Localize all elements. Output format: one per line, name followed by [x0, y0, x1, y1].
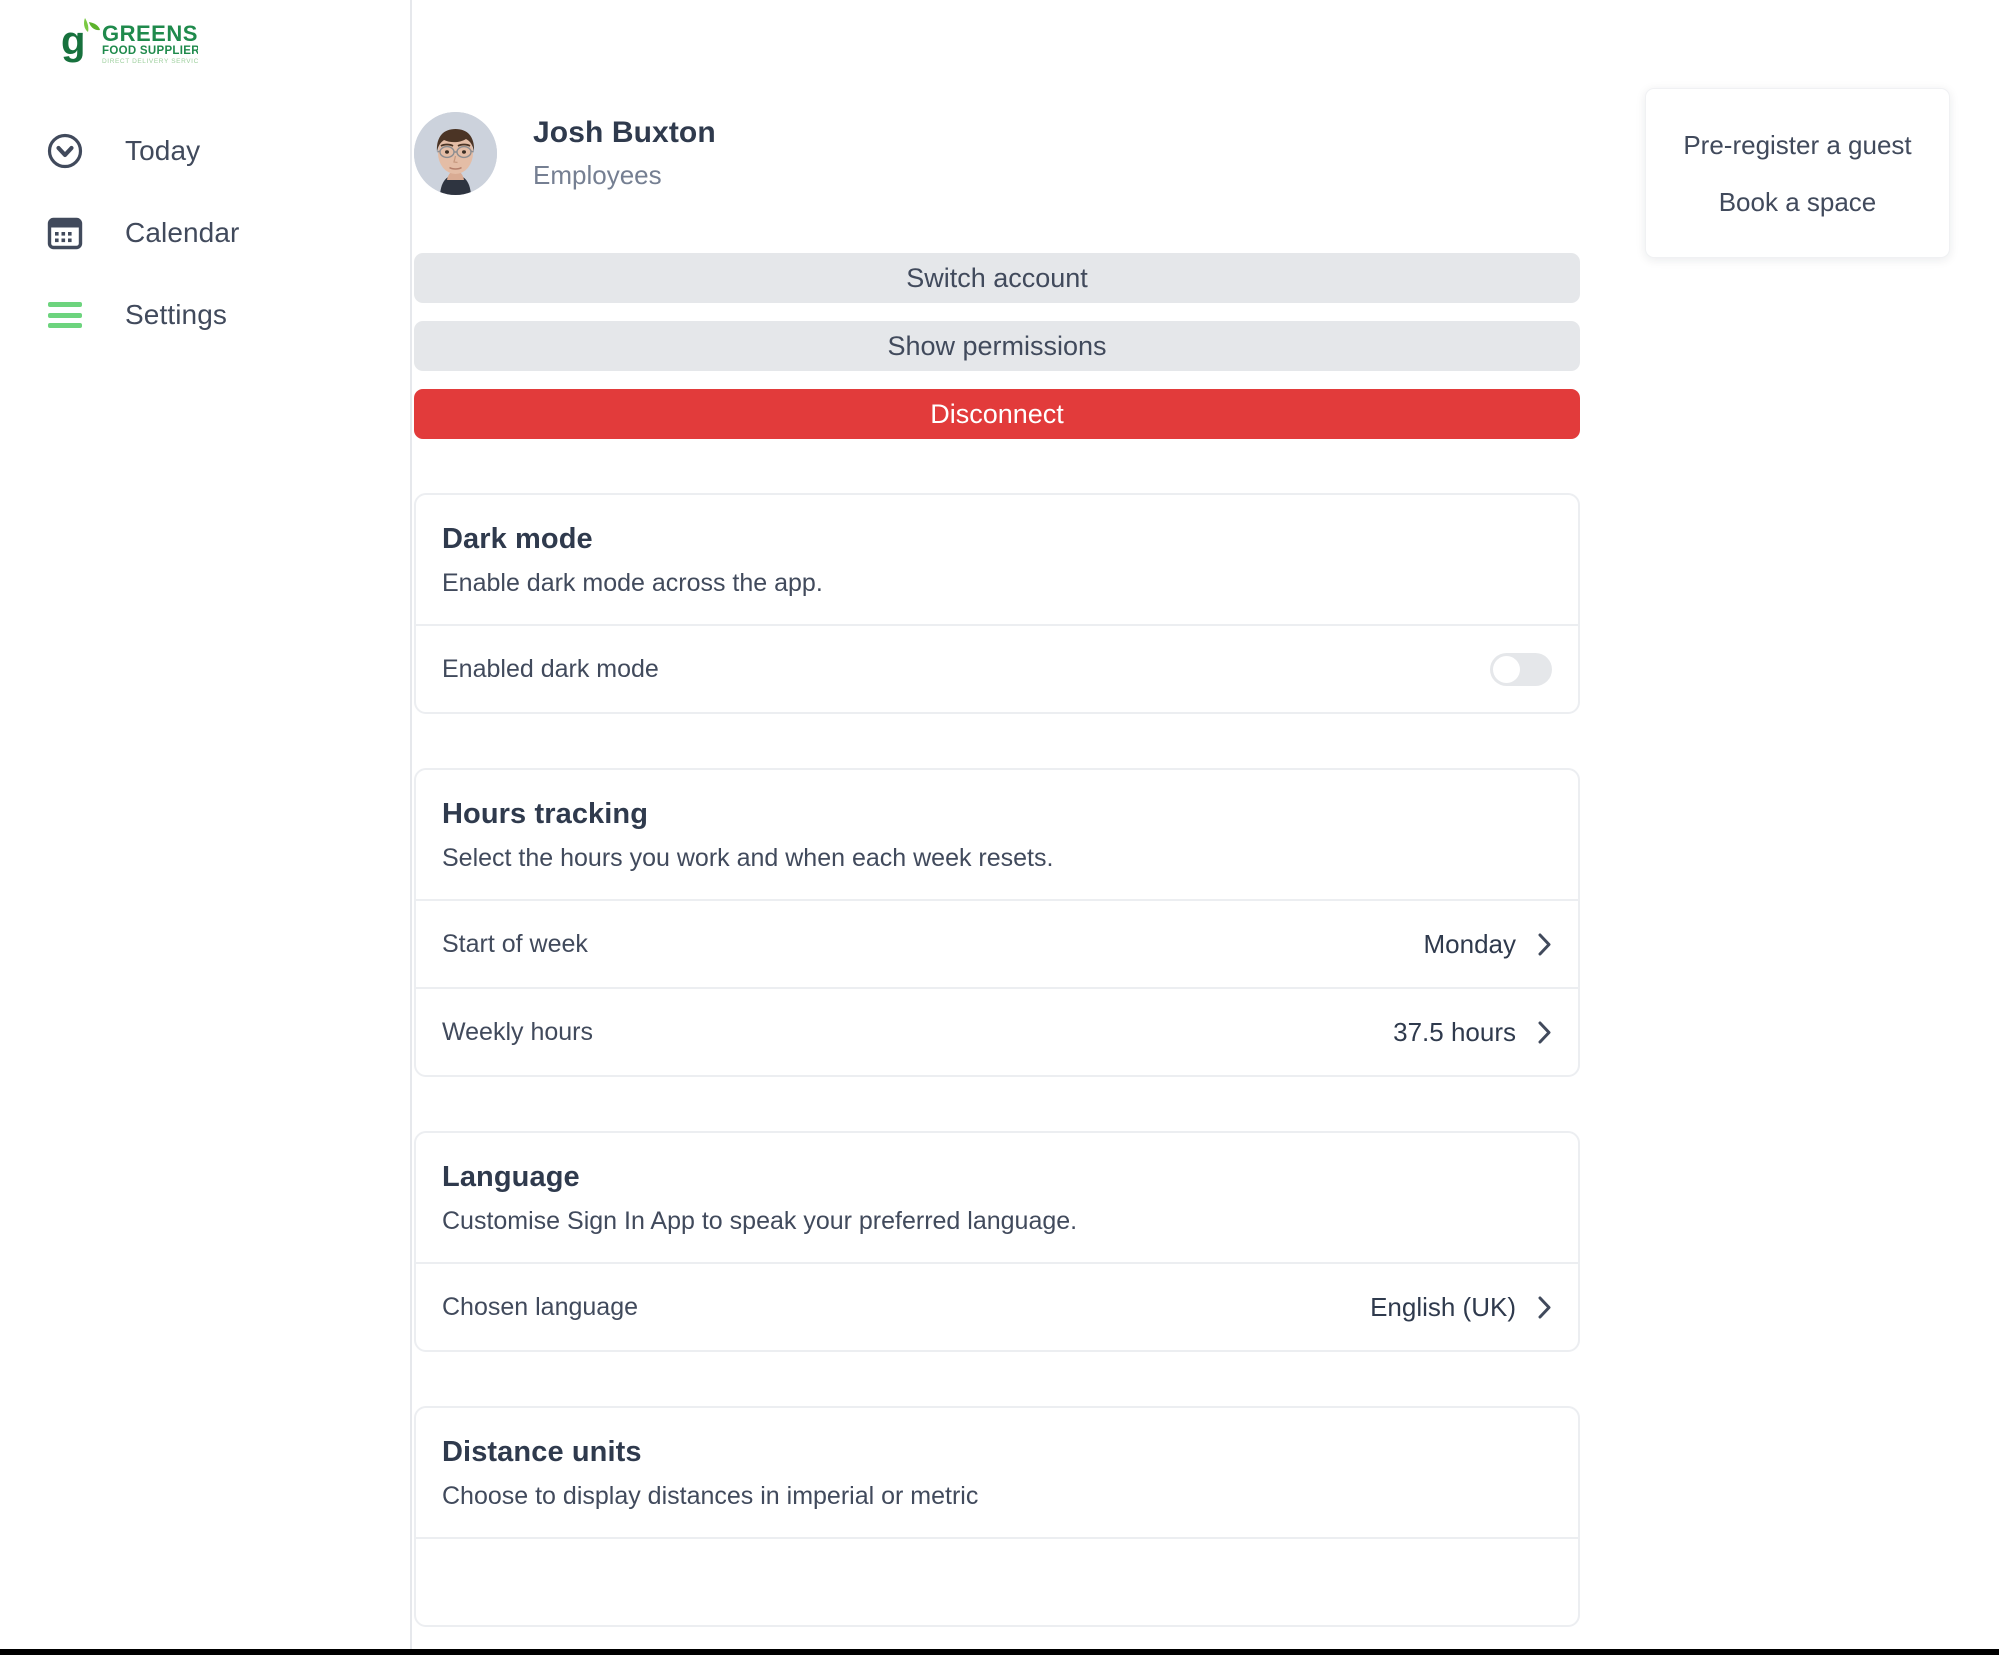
card-description: Choose to display distances in imperial …: [442, 1482, 979, 1510]
svg-text:GREENS: GREENS: [102, 21, 198, 46]
setting-row-value: Monday: [1423, 928, 1517, 959]
setting-row-label: Enabled dark mode: [442, 654, 659, 683]
sidebar-item-label: Settings: [125, 299, 227, 330]
chevron-right-icon: [1538, 1296, 1552, 1319]
sidebar-item-calendar[interactable]: Calendar: [0, 192, 410, 274]
hamburger-menu-icon: [44, 294, 86, 336]
sidebar-item-label: Calendar: [125, 217, 240, 248]
sidebar-item-settings[interactable]: Settings: [0, 274, 410, 356]
dark-mode-toggle[interactable]: [1490, 652, 1552, 686]
setting-row-weekly-hours[interactable]: Weekly hours 37.5 hours: [416, 987, 1578, 1075]
switch-account-button[interactable]: Switch account: [414, 253, 1580, 303]
setting-row-distance-units[interactable]: [416, 1537, 1578, 1625]
card-description: Enable dark mode across the app.: [442, 569, 823, 597]
disconnect-button[interactable]: Disconnect: [414, 389, 1580, 439]
settings-page: g GREENS FOOD SUPPLIERS DIRECT DELIVERY …: [0, 0, 1999, 1655]
setting-row-value: English (UK): [1370, 1291, 1516, 1322]
setting-row-label: Weekly hours: [442, 1017, 593, 1046]
setting-row-label: Chosen language: [442, 1292, 638, 1321]
settings-card-hours-tracking: Hours tracking Select the hours you work…: [414, 768, 1580, 1077]
sidebar-item-today[interactable]: Today: [0, 110, 410, 192]
card-title: Dark mode: [442, 523, 593, 555]
card-header: Language Customise Sign In App to speak …: [416, 1133, 1578, 1262]
toggle-knob: [1493, 655, 1520, 683]
card-title: Distance units: [442, 1436, 642, 1468]
pre-register-a-guest-item[interactable]: Pre-register a guest: [1646, 117, 1949, 174]
setting-row-chosen-language[interactable]: Chosen language English (UK): [416, 1262, 1578, 1350]
settings-column: Josh Buxton Employees Switch account Sho…: [414, 0, 1580, 1627]
setting-row-label: Start of week: [442, 929, 588, 958]
card-title: Hours tracking: [442, 798, 649, 830]
calendar-icon: [44, 212, 86, 254]
svg-text:g: g: [61, 19, 85, 63]
card-title: Language: [442, 1161, 580, 1193]
card-header: Hours tracking Select the hours you work…: [416, 770, 1578, 899]
chevron-down-circle-icon: [44, 130, 86, 172]
svg-text:FOOD SUPPLIERS: FOOD SUPPLIERS: [102, 45, 198, 57]
avatar: [414, 112, 497, 195]
brand-logo[interactable]: g GREENS FOOD SUPPLIERS DIRECT DELIVERY …: [58, 14, 208, 72]
card-description: Customise Sign In App to speak your pref…: [442, 1207, 1078, 1235]
settings-card-language: Language Customise Sign In App to speak …: [414, 1131, 1580, 1352]
settings-card-distance-units: Distance units Choose to display distanc…: [414, 1406, 1580, 1627]
book-a-space-item[interactable]: Book a space: [1646, 174, 1949, 231]
card-header: Distance units Choose to display distanc…: [416, 1408, 1578, 1537]
sidebar-nav: Today Calendar Settings: [0, 110, 410, 356]
chevron-right-icon: [1538, 933, 1552, 956]
page-title: Josh Buxton: [533, 115, 716, 149]
setting-row-enabled-dark-mode[interactable]: Enabled dark mode: [416, 624, 1578, 712]
profile-header: Josh Buxton Employees: [414, 112, 1580, 195]
setting-row-start-of-week[interactable]: Start of week Monday: [416, 899, 1578, 987]
card-description: Select the hours you work and when each …: [442, 844, 1054, 872]
sidebar: g GREENS FOOD SUPPLIERS DIRECT DELIVERY …: [0, 0, 412, 1650]
card-header: Dark mode Enable dark mode across the ap…: [416, 495, 1578, 624]
sidebar-item-label: Today: [125, 135, 201, 166]
chevron-right-icon: [1538, 1021, 1552, 1044]
quick-actions-panel: Pre-register a guest Book a space: [1645, 88, 1950, 258]
settings-card-dark-mode: Dark mode Enable dark mode across the ap…: [414, 493, 1580, 714]
main-content: Josh Buxton Employees Switch account Sho…: [414, 0, 1999, 1655]
svg-text:DIRECT DELIVERY SERVICE: DIRECT DELIVERY SERVICE: [102, 58, 198, 65]
bottom-bar: [0, 1649, 1999, 1655]
profile-group: Employees: [533, 160, 662, 191]
show-permissions-button[interactable]: Show permissions: [414, 321, 1580, 371]
setting-row-value: 37.5 hours: [1393, 1016, 1516, 1047]
